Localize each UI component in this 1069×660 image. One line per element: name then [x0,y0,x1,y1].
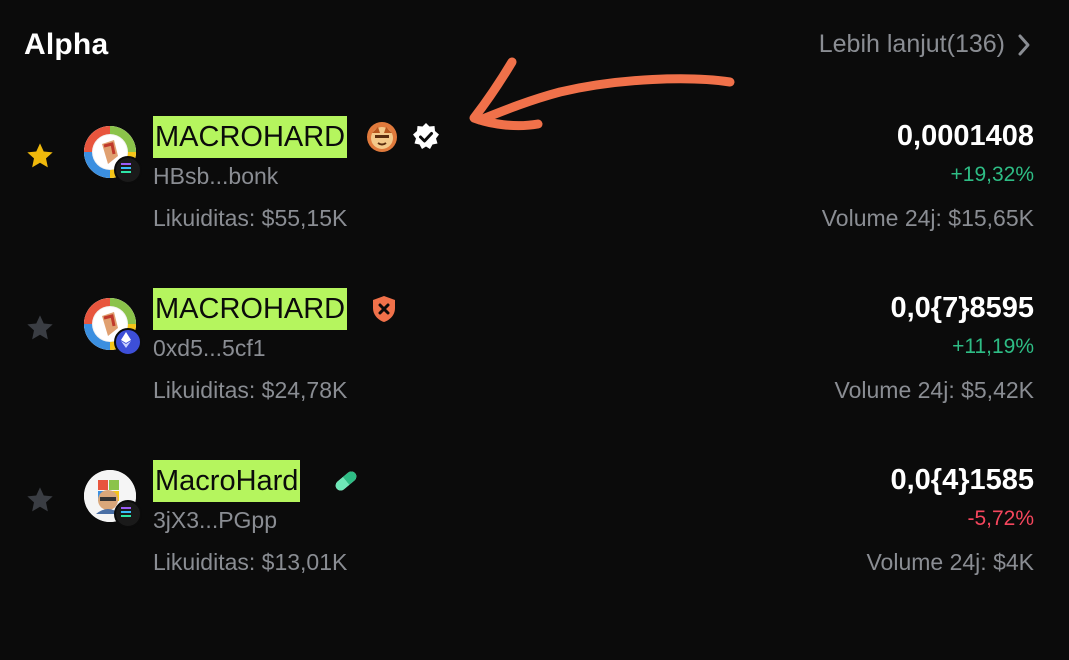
token-avatar [84,126,142,184]
token-price: 0,0{7}8595 [890,292,1034,324]
star-icon[interactable] [24,140,56,172]
token-liquidity: Likuiditas: $13,01K [153,549,348,575]
token-change: +19,32% [950,163,1035,186]
ethereum-chain-icon [114,328,142,356]
token-volume: Volume 24j: $4K [866,549,1034,575]
doge-face-icon [367,122,397,152]
token-row[interactable]: MACROHARD HBsb...bonk Likuiditas: $55,15… [0,116,1069,266]
token-liquidity: Likuiditas: $24,78K [153,377,348,403]
token-volume: Volume 24j: $15,65K [821,205,1034,231]
star-icon[interactable] [24,484,56,516]
token-name: MACROHARD [153,288,348,330]
pill-icon [335,471,357,491]
token-row[interactable]: MACROHARD 0xd5...5cf1 Likuiditas: $24,78… [0,288,1069,438]
token-change: +11,19% [952,335,1034,358]
token-price: 0,0{4}1585 [890,464,1034,496]
token-change: -5,72% [967,507,1034,530]
token-address[interactable]: 3jX3...PGpp [153,507,277,534]
solana-chain-icon [114,156,142,184]
section-title: Alpha [24,28,109,61]
token-avatar [84,298,142,356]
token-address[interactable]: HBsb...bonk [153,163,278,190]
token-name: MacroHard [153,460,301,502]
solana-chain-icon [114,500,142,528]
more-link-label: Lebih lanjut(136) [818,30,1005,58]
star-icon[interactable] [24,312,56,344]
warning-shield-icon [373,296,395,322]
verified-check-icon [413,123,439,149]
token-avatar [84,470,142,528]
more-link[interactable]: Lebih lanjut(136) [819,30,1031,59]
token-address[interactable]: 0xd5...5cf1 [153,335,266,362]
token-row[interactable]: MacroHard 3jX3...PGpp Likuiditas: $13,01… [0,460,1069,610]
chevron-right-icon [1018,34,1030,55]
token-name: MACROHARD [153,116,348,158]
token-volume: Volume 24j: $5,42K [834,377,1034,403]
token-liquidity: Likuiditas: $55,15K [153,205,348,231]
token-price: 0,0001408 [896,120,1034,152]
